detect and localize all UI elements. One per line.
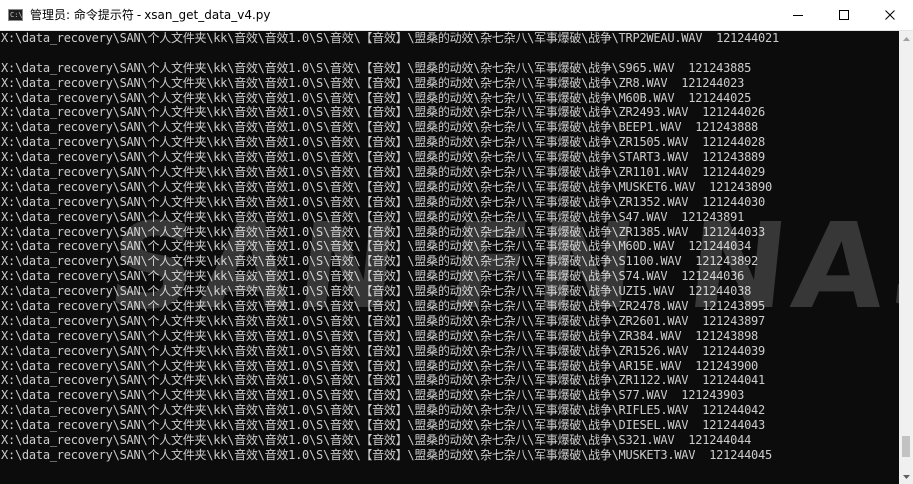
minimize-button[interactable] [775,0,821,30]
minimize-icon [793,14,803,16]
close-button[interactable] [867,0,913,30]
console-line: X:\data_recovery\SAN\个人文件夹\kk\音效\音效1.0\S… [1,31,779,45]
console-line: X:\data_recovery\SAN\个人文件夹\kk\音效\音效1.0\S… [1,269,745,284]
console-line: X:\data_recovery\SAN\个人文件夹\kk\音效\音效1.0\S… [1,194,766,209]
window-title: 管理员: 命令提示符 - xsan_get_data_v4.py [30,7,271,23]
console-line: X:\data_recovery\SAN\个人文件夹\kk\音效\音效1.0\S… [1,328,759,343]
console-line: X:\data_recovery\SAN\个人文件夹\kk\音效\音效1.0\S… [1,313,766,328]
console-line: X:\data_recovery\SAN\个人文件夹\kk\音效\音效1.0\S… [1,343,766,358]
console-output[interactable]: X:\data_recovery\SAN\个人文件夹\kk\音效\音效1.0\S… [0,31,899,484]
chevron-down-icon [902,474,910,479]
command-prompt-window: C:\. 管理员: 命令提示符-xsan_get_data_v4.py X:\d… [0,0,913,484]
console-line: X:\data_recovery\SAN\个人文件夹\kk\音效\音效1.0\S… [1,433,752,448]
console-line: X:\data_recovery\SAN\个人文件夹\kk\音效\音效1.0\S… [1,105,766,120]
console-line: X:\data_recovery\SAN\个人文件夹\kk\音效\音效1.0\S… [1,254,759,269]
chevron-up-icon [902,36,910,41]
maximize-icon [839,10,849,20]
title-bar[interactable]: C:\. 管理员: 命令提示符-xsan_get_data_v4.py [0,0,913,31]
console-line: X:\data_recovery\SAN\个人文件夹\kk\音效\音效1.0\S… [1,373,766,388]
maximize-button[interactable] [821,0,867,30]
console-line: X:\data_recovery\SAN\个人文件夹\kk\音效\音效1.0\S… [1,209,745,224]
scroll-up-button[interactable] [899,31,913,46]
console-line: X:\data_recovery\SAN\个人文件夹\kk\音效\音效1.0\S… [1,75,745,90]
scrollbar-thumb[interactable] [902,435,910,457]
window-title-prefix: 管理员: 命令提示符 [30,8,134,22]
console-line: X:\data_recovery\SAN\个人文件夹\kk\音效\音效1.0\S… [1,150,766,165]
console-line: X:\data_recovery\SAN\个人文件夹\kk\音效\音效1.0\S… [1,299,766,314]
console-line: X:\data_recovery\SAN\个人文件夹\kk\音效\音效1.0\S… [1,403,766,418]
window-title-separator: - [136,8,142,22]
window-title-script: xsan_get_data_v4.py [144,8,271,22]
console-line: X:\data_recovery\SAN\个人文件夹\kk\音效\音效1.0\S… [1,447,772,462]
console-line: X:\data_recovery\SAN\个人文件夹\kk\音效\音效1.0\S… [1,60,752,75]
console-lines: X:\data_recovery\SAN\个人文件夹\kk\音效\音效1.0\S… [1,31,779,463]
scroll-down-button[interactable] [899,469,913,484]
console-line: X:\data_recovery\SAN\个人文件夹\kk\音效\音效1.0\S… [1,388,745,403]
console-line: X:\data_recovery\SAN\个人文件夹\kk\音效\音效1.0\S… [1,284,752,299]
console-line: X:\data_recovery\SAN\个人文件夹\kk\音效\音效1.0\S… [1,224,766,239]
console-line: X:\data_recovery\SAN\个人文件夹\kk\音效\音效1.0\S… [1,179,772,194]
console-line: X:\data_recovery\SAN\个人文件夹\kk\音效\音效1.0\S… [1,90,752,105]
console-line: X:\data_recovery\SAN\个人文件夹\kk\音效\音效1.0\S… [1,120,759,135]
console-line: X:\data_recovery\SAN\个人文件夹\kk\音效\音效1.0\S… [1,358,759,373]
console-line: X:\data_recovery\SAN\个人文件夹\kk\音效\音效1.0\S… [1,135,766,150]
vertical-scrollbar[interactable] [899,31,913,484]
console-line: X:\data_recovery\SAN\个人文件夹\kk\音效\音效1.0\S… [1,165,766,180]
command-prompt-icon[interactable]: C:\. [8,9,23,21]
close-icon [885,10,895,20]
console-line: X:\data_recovery\SAN\个人文件夹\kk\音效\音效1.0\S… [1,418,766,433]
console-line: X:\data_recovery\SAN\个人文件夹\kk\音效\音效1.0\S… [1,239,752,254]
